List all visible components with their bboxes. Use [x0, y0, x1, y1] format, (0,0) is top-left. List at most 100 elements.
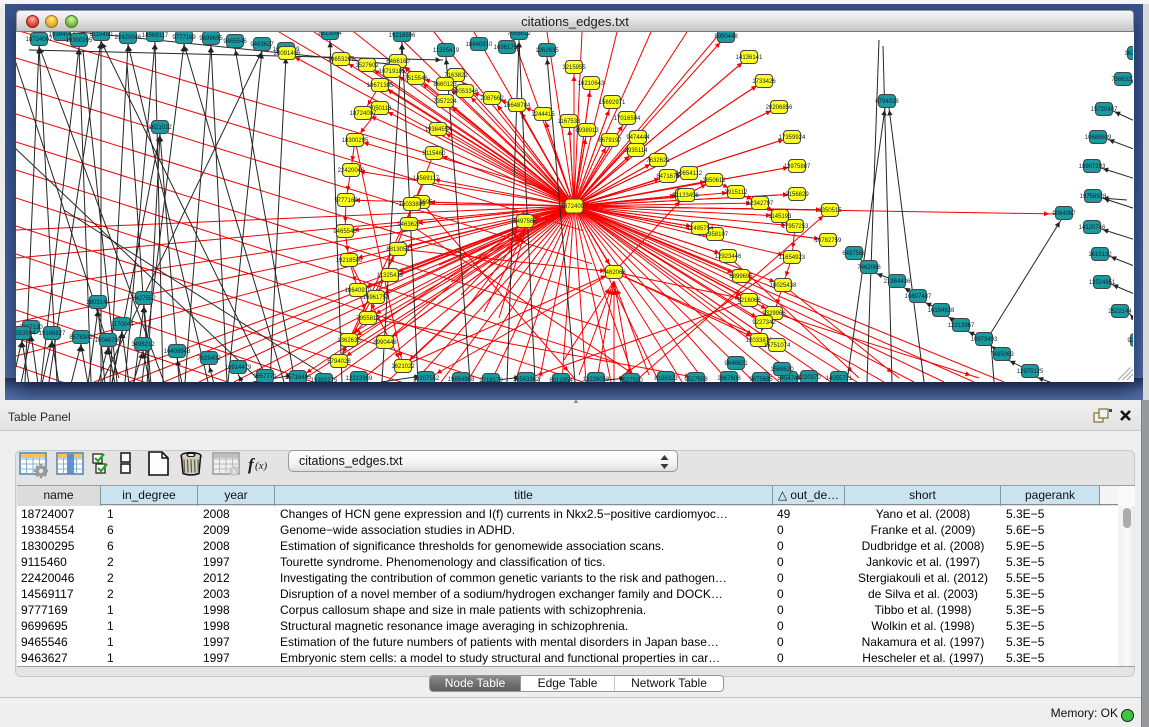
svg-text:22420046: 22420046 — [115, 35, 142, 41]
svg-text:14055721: 14055721 — [826, 376, 853, 382]
svg-text:3624554: 3624554 — [1124, 51, 1133, 57]
svg-text:10782759: 10782759 — [815, 238, 842, 244]
svg-text:9115460: 9115460 — [90, 32, 114, 38]
svg-text:2156829: 2156829 — [785, 192, 809, 198]
svg-text:12342797: 12342797 — [747, 201, 774, 207]
svg-text:1615132: 1615132 — [1088, 252, 1112, 258]
svg-text:8938913: 8938913 — [575, 128, 599, 134]
svg-text:8578342: 8578342 — [69, 335, 93, 341]
svg-text:16210643: 16210643 — [578, 81, 605, 87]
svg-text:(x): (x) — [255, 460, 268, 472]
svg-text:8813054: 8813054 — [318, 32, 342, 37]
svg-text:14569117: 14569117 — [413, 176, 440, 182]
svg-text:19384554: 19384554 — [425, 127, 452, 133]
svg-text:20053346: 20053346 — [452, 89, 479, 95]
svg-text:9084067: 9084067 — [1052, 211, 1076, 217]
svg-text:2718170: 2718170 — [479, 378, 503, 382]
svg-text:7632621: 7632621 — [646, 158, 670, 164]
svg-text:9115460: 9115460 — [423, 151, 447, 157]
svg-text:9657771: 9657771 — [253, 374, 277, 380]
svg-text:17957253: 17957253 — [782, 224, 809, 230]
svg-text:1588520: 1588520 — [770, 367, 794, 373]
svg-text:8220370: 8220370 — [797, 375, 821, 381]
svg-text:16543362: 16543362 — [513, 377, 540, 382]
svg-text:8990448: 8990448 — [373, 340, 397, 346]
svg-text:18640910: 18640910 — [466, 42, 493, 48]
svg-text:1350515: 1350515 — [818, 208, 842, 214]
svg-text:15302275: 15302275 — [311, 378, 338, 382]
svg-text:13226058: 13226058 — [583, 377, 610, 382]
svg-text:9463627: 9463627 — [397, 222, 421, 228]
svg-text:15716485: 15716485 — [285, 375, 312, 381]
svg-text:2935114: 2935114 — [625, 148, 649, 154]
svg-text:15692971: 15692971 — [599, 100, 626, 106]
svg-text:x: x — [232, 467, 236, 476]
svg-text:18724007: 18724007 — [561, 204, 588, 210]
svg-text:10653267: 10653267 — [328, 57, 355, 63]
svg-text:2522144: 2522144 — [1108, 309, 1132, 315]
svg-text:16914479: 16914479 — [225, 365, 252, 371]
svg-text:9227342: 9227342 — [752, 320, 776, 326]
svg-text:12213967: 12213967 — [948, 323, 975, 329]
svg-text:18300295: 18300295 — [66, 38, 93, 44]
svg-text:14136141: 14136141 — [736, 55, 763, 61]
svg-text:7625402: 7625402 — [197, 356, 221, 362]
svg-text:1362635: 1362635 — [535, 48, 559, 54]
svg-text:9646821: 9646821 — [724, 361, 748, 367]
svg-text:21364436: 21364436 — [884, 279, 911, 285]
svg-text:1621022: 1621022 — [148, 125, 172, 131]
svg-text:9527508: 9527508 — [684, 377, 708, 382]
svg-text:13975887: 13975887 — [784, 164, 811, 170]
svg-text:6216066: 6216066 — [737, 298, 761, 304]
svg-text:6794028: 6794028 — [327, 359, 351, 365]
svg-text:1145193: 1145193 — [769, 214, 793, 220]
svg-text:10688609: 10688609 — [1085, 135, 1112, 141]
svg-text:1850612: 1850612 — [702, 178, 726, 184]
svg-text:10671385: 10671385 — [367, 83, 394, 89]
svg-text:1621022: 1621022 — [391, 364, 415, 370]
svg-text:6497568: 6497568 — [842, 251, 866, 257]
svg-text:8990448: 8990448 — [714, 34, 738, 40]
svg-text:19654968: 19654968 — [448, 377, 475, 382]
svg-text:10973493: 10973493 — [971, 337, 998, 343]
svg-text:16033809: 16033809 — [399, 202, 426, 208]
svg-text:12495754: 12495754 — [687, 226, 714, 232]
svg-text:3915112: 3915112 — [725, 190, 749, 196]
svg-text:9242848: 9242848 — [1127, 338, 1133, 344]
svg-text:10807487: 10807487 — [905, 294, 932, 300]
svg-text:7485063: 7485063 — [990, 352, 1014, 358]
svg-text:3215955: 3215955 — [562, 65, 586, 71]
svg-text:17016504: 17016504 — [614, 116, 641, 122]
svg-text:9527500: 9527500 — [619, 378, 643, 382]
svg-text:14569117: 14569117 — [142, 33, 169, 39]
svg-text:9474444: 9474444 — [626, 135, 650, 141]
svg-text:12975125: 12975125 — [1017, 369, 1044, 375]
svg-text:15751074: 15751074 — [764, 343, 791, 349]
svg-text:18724007: 18724007 — [350, 111, 377, 117]
svg-text:20091406: 20091406 — [274, 51, 301, 57]
svg-text:11123456: 11123456 — [673, 193, 699, 199]
svg-text:10025438: 10025438 — [770, 283, 797, 289]
svg-text:1362635: 1362635 — [337, 338, 361, 344]
svg-text:14120746: 14120746 — [1079, 225, 1106, 231]
svg-text:12213369: 12213369 — [346, 376, 373, 382]
svg-text:16648784: 16648784 — [504, 103, 531, 109]
svg-text:12353594: 12353594 — [16, 331, 36, 337]
svg-text:19166827: 19166827 — [39, 331, 66, 337]
svg-text:9777169: 9777169 — [334, 198, 358, 204]
svg-text:17359924: 17359924 — [779, 135, 806, 141]
svg-text:6794028: 6794028 — [875, 99, 899, 105]
svg-text:9699695: 9699695 — [199, 36, 223, 42]
svg-text:19218506: 19218506 — [389, 33, 416, 39]
svg-text:16107552: 16107552 — [413, 376, 440, 382]
svg-text:7366322: 7366322 — [1111, 77, 1133, 83]
svg-text:10654112: 10654112 — [676, 171, 703, 177]
svg-text:22420046: 22420046 — [338, 168, 365, 174]
svg-text:2867608: 2867608 — [717, 376, 741, 382]
svg-text:2803144: 2803144 — [86, 300, 110, 306]
svg-text:6679197: 6679197 — [598, 138, 622, 144]
svg-text:10719185: 10719185 — [379, 69, 406, 75]
svg-text:11325419: 11325419 — [377, 273, 404, 279]
svg-text:13524851: 13524851 — [1089, 280, 1116, 286]
svg-text:16154838: 16154838 — [928, 308, 955, 314]
